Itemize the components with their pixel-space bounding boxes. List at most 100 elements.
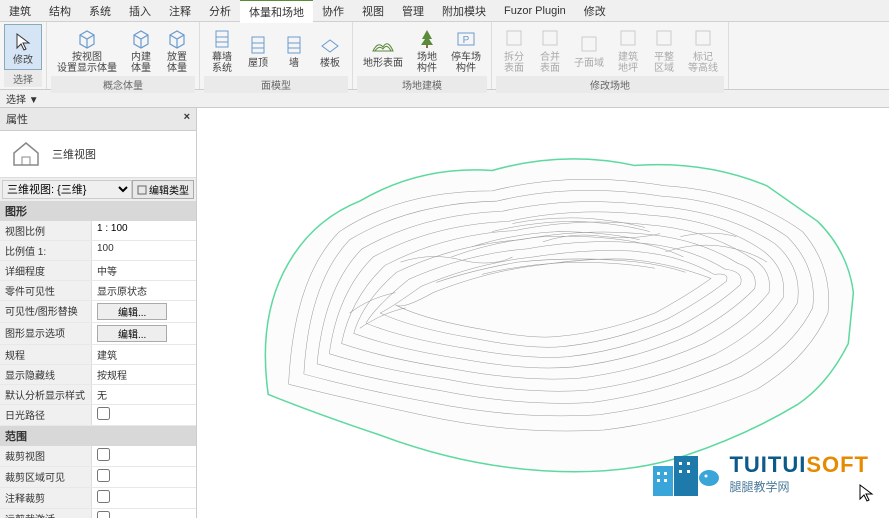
ribbon-地形表面[interactable]: 地形表面	[357, 24, 409, 76]
menu-分析[interactable]: 分析	[200, 0, 240, 22]
prop-value[interactable]	[92, 446, 196, 466]
prop-label: 默认分析显示样式	[0, 385, 92, 404]
prop-label: 比例值 1:	[0, 241, 92, 260]
ribbon-拆分表面: 拆分表面	[496, 24, 532, 76]
dim-icon	[538, 26, 562, 50]
dim-icon	[652, 26, 676, 50]
ribbon-group-label: 选择	[4, 70, 42, 87]
wall-icon	[210, 26, 234, 50]
prop-checkbox[interactable]	[97, 469, 110, 482]
menu-协作[interactable]: 协作	[313, 0, 353, 22]
ribbon-子面域: 子面域	[568, 24, 610, 76]
ribbon-标记等高线: 标记等高线	[682, 24, 724, 76]
ribbon-内建体量[interactable]: 内建体量	[123, 24, 159, 76]
prop-value[interactable]	[92, 405, 196, 425]
prop-label: 显示隐藏线	[0, 365, 92, 384]
ribbon-墙[interactable]: 墙	[276, 24, 312, 76]
menu-bar: 建筑结构系统插入注释分析体量和场地协作视图管理附加模块Fuzor Plugin修…	[0, 0, 889, 22]
prop-section-图形[interactable]: 图形	[0, 201, 196, 221]
viewport-3d[interactable]: TUITUISOFT 腿腿教学网	[197, 108, 889, 518]
edit-type-row: 三维视图: {三维} 编辑类型	[0, 178, 196, 201]
prop-input[interactable]	[97, 223, 191, 234]
prop-row-规程: 规程建筑	[0, 345, 196, 365]
watermark: TUITUISOFT 腿腿教学网	[651, 448, 869, 498]
prop-checkbox[interactable]	[97, 448, 110, 461]
ribbon-屋顶[interactable]: 屋顶	[240, 24, 276, 76]
parking-icon: P	[454, 26, 478, 50]
prop-row-比例值 1:: 比例值 1:100	[0, 241, 196, 261]
tree-icon	[415, 26, 439, 50]
menu-视图[interactable]: 视图	[353, 0, 393, 22]
prop-value[interactable]: 建筑	[92, 345, 196, 364]
prop-section-范围[interactable]: 范围	[0, 426, 196, 446]
ribbon-修改[interactable]: 修改	[4, 24, 42, 70]
prop-value[interactable]: 编辑...	[92, 301, 196, 322]
prop-label: 规程	[0, 345, 92, 364]
menu-修改[interactable]: 修改	[575, 0, 615, 22]
prop-label: 裁剪视图	[0, 446, 92, 466]
ribbon-场地构件[interactable]: 场地构件	[409, 24, 445, 76]
menu-系统[interactable]: 系统	[80, 0, 120, 22]
prop-label: 可见性/图形替换	[0, 301, 92, 322]
prop-row-零件可见性: 零件可见性显示原状态	[0, 281, 196, 301]
prop-edit-button[interactable]: 编辑...	[97, 325, 167, 342]
prop-checkbox[interactable]	[97, 490, 110, 503]
prop-label: 注释裁剪	[0, 488, 92, 508]
prop-row-裁剪区域可见: 裁剪区域可见	[0, 467, 196, 488]
prop-value[interactable]	[92, 221, 196, 240]
prop-value[interactable]: 中等	[92, 261, 196, 280]
view-selector[interactable]: 三维视图: {三维}	[2, 180, 132, 199]
dim-icon	[502, 26, 526, 50]
prop-label: 零件可见性	[0, 281, 92, 300]
menu-附加模块[interactable]: 附加模块	[433, 0, 495, 22]
ribbon-停车场构件[interactable]: P停车场构件	[445, 24, 487, 76]
menu-建筑[interactable]: 建筑	[0, 0, 40, 22]
ribbon-楼板[interactable]: 楼板	[312, 24, 348, 76]
prop-value[interactable]: 编辑...	[92, 323, 196, 344]
dim-icon	[616, 26, 640, 50]
terrain-icon	[371, 32, 395, 56]
ribbon-合并表面: 合并表面	[532, 24, 568, 76]
prop-row-默认分析显示样式: 默认分析显示样式无	[0, 385, 196, 405]
menu-结构[interactable]: 结构	[40, 0, 80, 22]
wall-icon	[246, 32, 270, 56]
ribbon-按视图设置显示体量[interactable]: 按视图设置显示体量	[51, 24, 123, 76]
prop-row-详细程度: 详细程度中等	[0, 261, 196, 281]
ribbon-幕墙系统[interactable]: 幕墙系统	[204, 24, 240, 76]
prop-label: 视图比例	[0, 221, 92, 240]
menu-Fuzor Plugin[interactable]: Fuzor Plugin	[495, 2, 575, 20]
box-icon	[75, 26, 99, 50]
prop-value[interactable]: 按规程	[92, 365, 196, 384]
dim-icon	[577, 32, 601, 56]
edit-type-button[interactable]: 编辑类型	[132, 180, 194, 199]
prop-value[interactable]	[92, 509, 196, 518]
menu-注释[interactable]: 注释	[160, 0, 200, 22]
wall-icon	[282, 32, 306, 56]
prop-value[interactable]	[92, 467, 196, 487]
prop-checkbox[interactable]	[97, 407, 110, 420]
prop-label: 图形显示选项	[0, 323, 92, 344]
properties-header: 属性 ×	[0, 108, 196, 131]
prop-value[interactable]: 显示原状态	[92, 281, 196, 300]
prop-label: 远剪裁激活	[0, 509, 92, 518]
prop-checkbox[interactable]	[97, 511, 110, 518]
prop-edit-button[interactable]: 编辑...	[97, 303, 167, 320]
prop-value[interactable]: 100	[92, 241, 196, 260]
svg-text:P: P	[463, 35, 470, 46]
ribbon-放置体量[interactable]: 放置体量	[159, 24, 195, 76]
floor-icon	[318, 32, 342, 56]
type-selector[interactable]: 三维视图	[0, 131, 196, 178]
watermark-brand: TUITUISOFT	[729, 452, 869, 478]
close-icon[interactable]: ×	[184, 111, 190, 127]
prop-row-远剪裁激活: 远剪裁激活	[0, 509, 196, 518]
prop-row-图形显示选项: 图形显示选项编辑...	[0, 323, 196, 345]
cursor-icon	[858, 483, 874, 503]
menu-体量和场地[interactable]: 体量和场地	[240, 0, 313, 23]
properties-panel: 属性 × 三维视图 三维视图: {三维} 编辑类型 图形视图比例比例值 1:10…	[0, 108, 197, 518]
menu-插入[interactable]: 插入	[120, 0, 160, 22]
house-icon	[8, 139, 44, 169]
prop-label: 日光路径	[0, 405, 92, 425]
menu-管理[interactable]: 管理	[393, 0, 433, 22]
prop-value[interactable]	[92, 488, 196, 508]
prop-value[interactable]: 无	[92, 385, 196, 404]
